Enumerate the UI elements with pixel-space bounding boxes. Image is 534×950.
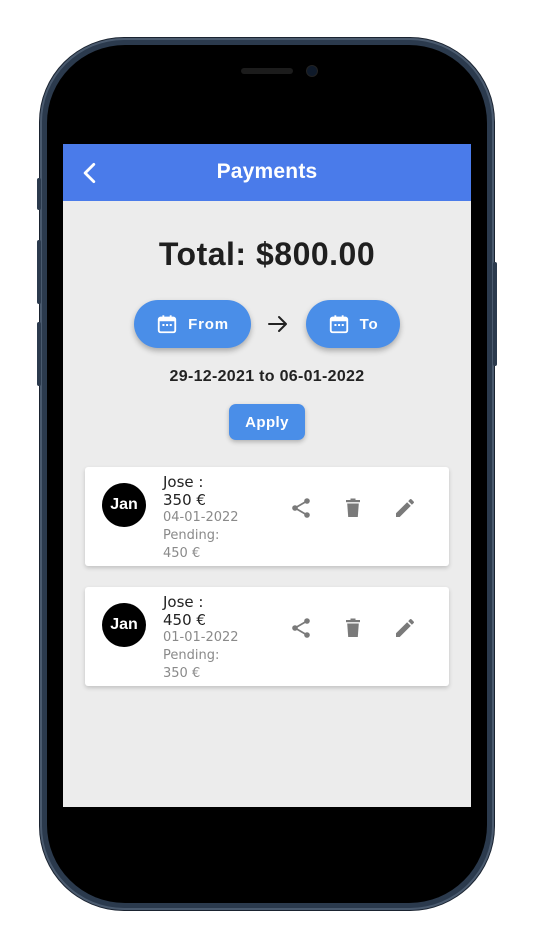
page-title: Payments [216,160,318,183]
calendar-icon [157,315,177,334]
payment-card: Jan Jose : 350 € 04-01-2022 Pending: 450… [85,467,449,566]
avatar: Jan [102,603,146,647]
payment-card: Jan Jose : 450 € 01-01-2022 Pending: 350… [85,587,449,686]
pending-amount: 350 € [163,666,201,681]
pending-amount: 450 € [163,546,201,561]
pencil-icon[interactable] [393,496,417,520]
to-date-label: To [359,315,379,333]
payer-name: Jose : [163,593,204,611]
avatar: Jan [102,483,146,527]
pencil-icon[interactable] [393,616,417,640]
pending-label: Pending: [163,648,220,663]
to-date-button[interactable]: To [306,300,400,348]
from-date-button[interactable]: From [134,300,251,348]
mute-switch [37,178,41,210]
front-camera [307,66,317,76]
pending-label: Pending: [163,528,220,543]
calendar-icon [329,315,348,334]
total-amount: Total: $800.00 [158,236,376,272]
payment-amount: 350 € [163,491,206,509]
share-icon[interactable] [289,616,313,640]
trash-icon[interactable] [341,496,365,520]
power-button [493,262,497,366]
payment-amount: 450 € [163,611,206,629]
payment-info: Jose : 350 € 04-01-2022 Pending: 450 € [163,473,283,563]
earpiece-speaker [241,68,293,74]
volume-down-button [37,322,41,386]
arrow-right-icon [268,316,287,332]
app-screen: Payments Total: $800.00 From To 29-12-20… [63,144,471,807]
payment-date: 01-01-2022 [163,630,239,645]
volume-up-button [37,240,41,304]
from-date-label: From [188,315,229,333]
apply-button[interactable]: Apply [229,404,305,440]
phone-mockup: Payments Total: $800.00 From To 29-12-20… [0,0,534,950]
payer-name: Jose : [163,473,204,491]
payment-date: 04-01-2022 [163,510,239,525]
date-range-text: 29-12-2021 to 06-01-2022 [169,368,365,385]
app-bar: Payments [63,144,471,201]
payment-info: Jose : 450 € 01-01-2022 Pending: 350 € [163,593,283,683]
share-icon[interactable] [289,496,313,520]
trash-icon[interactable] [341,616,365,640]
